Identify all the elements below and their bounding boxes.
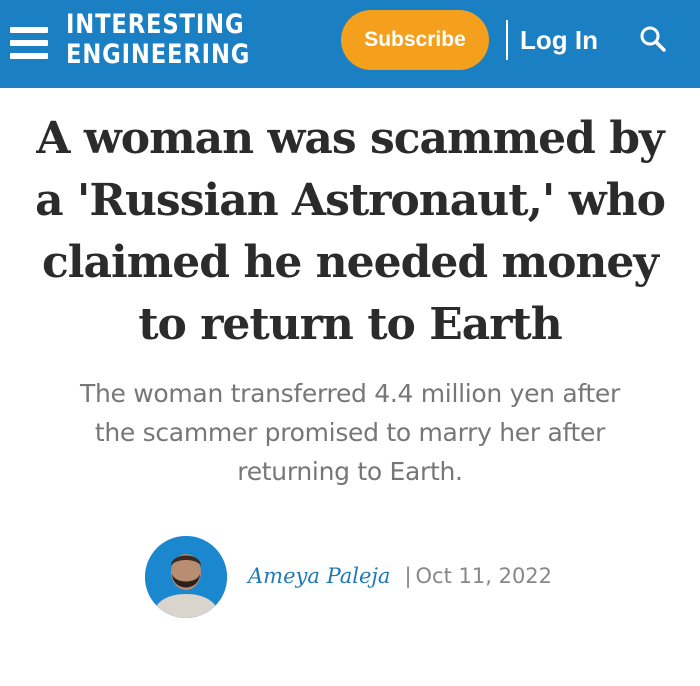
article-subheadline: The woman transferred 4.4 million yen af… (79, 379, 620, 486)
article-headline: A woman was scammed by a 'Russian Astron… (35, 113, 666, 350)
header-divider (506, 20, 508, 60)
author-name-link[interactable]: Ameya Paleja (248, 564, 390, 588)
login-link[interactable]: Log In (520, 20, 598, 60)
site-logo[interactable]: INTERESTING ENGINEERING (66, 10, 266, 76)
byline-separator: | (404, 564, 412, 588)
site-header: INTERESTING ENGINEERING Subscribe Log In (0, 0, 700, 88)
subscribe-button[interactable]: Subscribe (341, 10, 489, 70)
publish-date: Oct 11, 2022 (415, 564, 553, 588)
hamburger-menu-icon[interactable] (10, 25, 48, 63)
author-avatar[interactable] (145, 536, 227, 618)
article-byline: Ameya Paleja | Oct 11, 2022 (248, 558, 552, 594)
search-icon[interactable] (638, 24, 668, 54)
logo-line-2: ENGINEERING (66, 39, 251, 70)
logo-line-1: INTERESTING (66, 9, 245, 40)
